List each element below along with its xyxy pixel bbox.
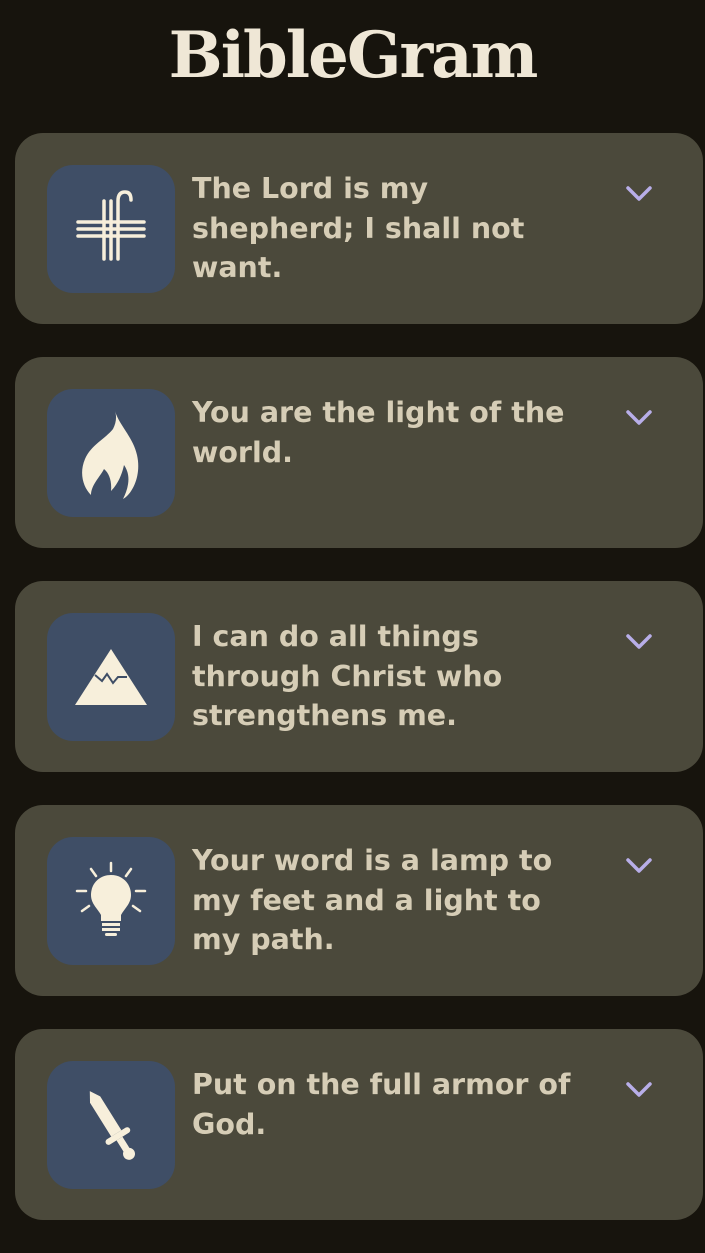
- verse-card[interactable]: Your word is a lamp to my feet and a lig…: [15, 805, 703, 996]
- sword-icon: [47, 1061, 175, 1189]
- verse-list: The Lord is my shepherd; I shall not wan…: [15, 133, 703, 1253]
- verse-card[interactable]: I can do all things through Christ who s…: [15, 581, 703, 772]
- verse-text: You are the light of the world.: [192, 396, 565, 469]
- verse-text: I can do all things through Christ who s…: [192, 620, 503, 732]
- flame-icon: [47, 389, 175, 517]
- mountain-icon: [47, 613, 175, 741]
- chevron-down-icon[interactable]: [625, 407, 653, 427]
- verse-card[interactable]: You are the light of the world.: [15, 357, 703, 548]
- verse-card[interactable]: The Lord is my shepherd; I shall not wan…: [15, 133, 703, 324]
- verse-text: The Lord is my shepherd; I shall not wan…: [192, 172, 525, 284]
- chevron-down-icon[interactable]: [625, 855, 653, 875]
- app-title: BibleGram: [168, 18, 539, 93]
- verse-text: Your word is a lamp to my feet and a lig…: [192, 844, 553, 956]
- verse-text: Put on the full armor of God.: [192, 1068, 571, 1141]
- verse-card[interactable]: Put on the full armor of God.: [15, 1029, 703, 1220]
- shepherd-staff-cross-icon: [47, 165, 175, 293]
- lightbulb-icon: [47, 837, 175, 965]
- chevron-down-icon[interactable]: [625, 183, 653, 203]
- chevron-down-icon[interactable]: [625, 631, 653, 651]
- chevron-down-icon[interactable]: [625, 1079, 653, 1099]
